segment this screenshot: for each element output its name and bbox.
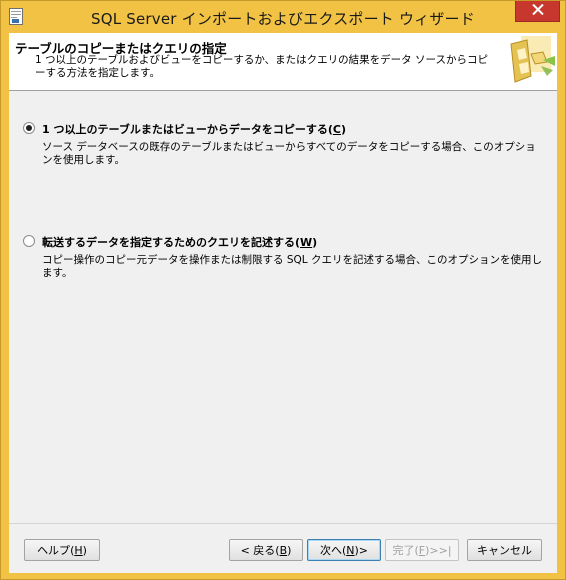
close-icon — [531, 3, 544, 18]
wizard-window: SQL Server インポートおよびエクスポート ウィザード テーブルのコピー… — [0, 0, 566, 580]
window-title: SQL Server インポートおよびエクスポート ウィザード — [91, 10, 475, 28]
wizard-header: テーブルのコピーまたはクエリの指定 1 つ以上のテーブルおよびビューをコピーする… — [9, 33, 557, 91]
back-button[interactable]: < 戻る(B) — [229, 539, 303, 561]
cancel-button[interactable]: キャンセル — [467, 539, 542, 561]
copy-tables-radio[interactable] — [23, 122, 35, 134]
write-query-accelerator: W — [300, 236, 313, 249]
copy-tables-label-text: 1 つ以上のテーブルまたはビューからデータをコピーする — [42, 123, 328, 136]
title-bar[interactable]: SQL Server インポートおよびエクスポート ウィザード — [1, 1, 565, 33]
copy-tables-description: ソース データベースの既存のテーブルまたはビューからすべてのデータをコピーする場… — [42, 141, 536, 166]
close-button[interactable] — [515, 1, 560, 22]
next-button[interactable]: 次へ(N) > — [307, 539, 381, 561]
copy-tables-accelerator: C — [332, 123, 341, 136]
write-query-description: コピー操作のコピー元データを操作または制限する SQL クエリを記述する場合、こ… — [42, 254, 542, 279]
finish-button[interactable]: 完了(F) >>| — [385, 539, 459, 561]
help-button[interactable]: ヘルプ(H) — [24, 539, 100, 561]
page-description: 1 つ以上のテーブルおよびビューをコピーするか、またはクエリの結果をデータ ソー… — [35, 54, 488, 79]
write-query-label[interactable]: 転送するデータを指定するためのクエリを記述する(W) — [42, 234, 317, 250]
copy-tables-label[interactable]: 1 つ以上のテーブルまたはビューからデータをコピーする(C) — [42, 121, 346, 137]
footer-divider — [9, 523, 557, 524]
write-query-radio[interactable] — [23, 235, 35, 247]
write-query-label-text: 転送するデータを指定するためのクエリを記述する — [42, 236, 295, 249]
wizard-client-area: テーブルのコピーまたはクエリの指定 1 つ以上のテーブルおよびビューをコピーする… — [9, 33, 557, 573]
wizard-graphic-icon — [497, 36, 555, 88]
